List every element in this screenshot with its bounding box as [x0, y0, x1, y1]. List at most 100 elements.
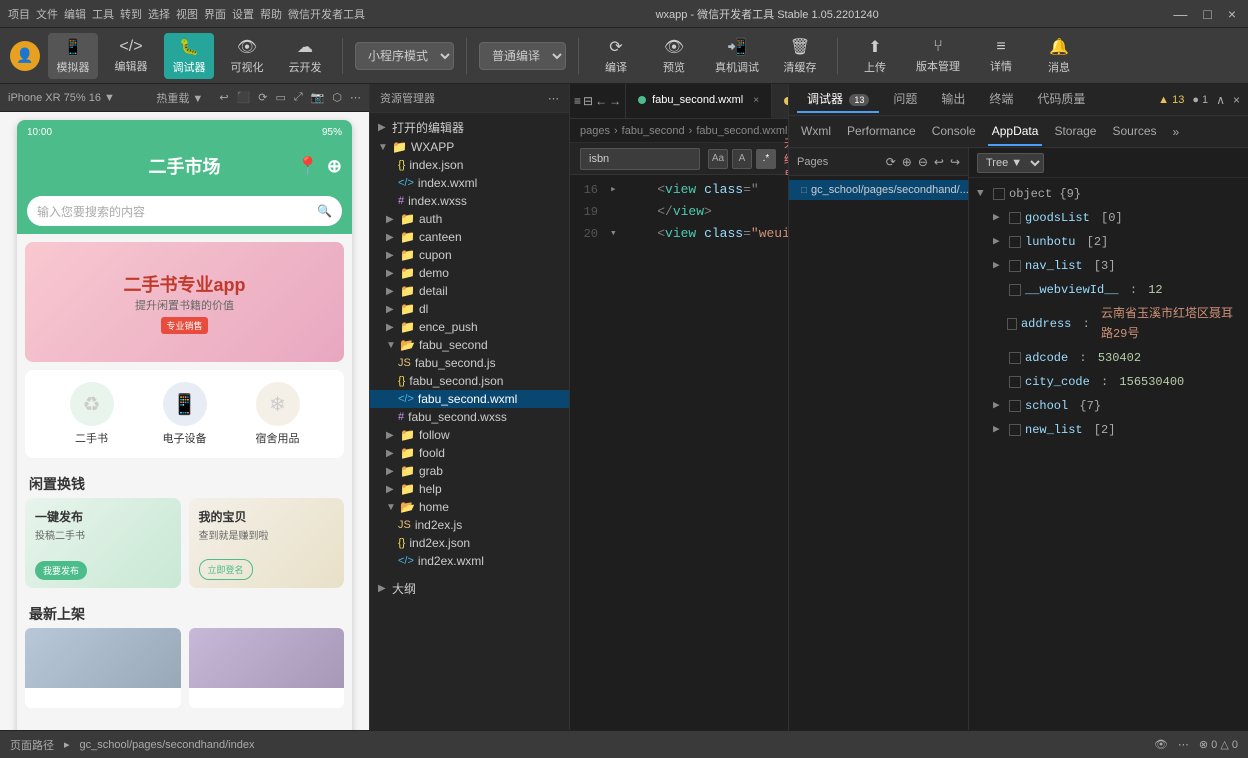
file-index-wxml[interactable]: </> index.wxml — [370, 174, 569, 192]
devtools-up-icon[interactable]: ∧ — [1216, 93, 1225, 107]
row-checkbox[interactable] — [1009, 376, 1021, 388]
folder-detail[interactable]: ▶ 📁 detail — [370, 282, 569, 300]
match-case-btn[interactable]: Aa — [708, 149, 728, 169]
version-button[interactable]: ⑂ 版本管理 — [908, 34, 968, 78]
upload-button[interactable]: ⬆ 上传 — [850, 33, 900, 79]
menu-item-goto[interactable]: 转到 — [120, 6, 142, 22]
expand-icon[interactable]: ▶ — [993, 256, 1005, 276]
expand-icon[interactable]: ▶ — [993, 420, 1005, 440]
folder-home[interactable]: ▼ 📂 home — [370, 498, 569, 516]
view-mode-select[interactable]: Tree ▼ — [977, 153, 1044, 173]
promo2-btn[interactable]: 立即登名 — [199, 559, 253, 580]
compile-button[interactable]: ⟳ 编译 — [591, 33, 641, 79]
file-ind2ex-json[interactable]: {} ind2ex.json — [370, 534, 569, 552]
whole-word-btn[interactable]: A — [732, 149, 752, 169]
rotate-icon[interactable]: ⟳ — [258, 91, 267, 104]
regex-btn[interactable]: .* — [756, 149, 776, 169]
hotreload-button[interactable]: 热重载 ▼ — [156, 90, 203, 106]
expand-icon[interactable]: ▶ — [993, 208, 1005, 228]
tab-menu-icon[interactable]: ≡ — [574, 94, 581, 108]
simulator-button[interactable]: 📱 模拟器 — [48, 33, 98, 79]
device-select[interactable]: iPhone XR 75% 16 ▼ — [8, 92, 115, 104]
row-checkbox[interactable] — [993, 188, 1005, 200]
menu-item-file[interactable]: 文件 — [36, 6, 58, 22]
promo-publish[interactable]: 一键发布 投稿二手书 我要发布 — [25, 498, 181, 588]
back-icon[interactable]: ↩ — [934, 155, 944, 169]
devtools-tab-output[interactable]: 输出 — [931, 86, 975, 113]
fold-arrow[interactable]: ▸ — [610, 179, 626, 201]
folder-auth[interactable]: ▶ 📁 auth — [370, 210, 569, 228]
root-folder[interactable]: ▼ 📁 WXAPP — [370, 138, 569, 156]
more-actions-icon[interactable]: ⋯ — [1178, 738, 1189, 751]
viewport-icon[interactable]: ▭ — [275, 91, 285, 104]
forward-icon[interactable]: ↪ — [950, 155, 960, 169]
category-dorm[interactable]: ❄ 宿舍用品 — [256, 382, 300, 446]
compile-select[interactable]: 普通编译 — [479, 42, 566, 70]
file-ind2ex-wxml[interactable]: </> ind2ex.wxml — [370, 552, 569, 570]
close-button[interactable]: × — [1224, 6, 1240, 22]
menu-item-view[interactable]: 视图 — [176, 6, 198, 22]
tab-close-icon[interactable]: × — [753, 95, 759, 106]
resource-more-icon[interactable]: ⋯ — [548, 92, 559, 105]
data-navlist[interactable]: ▶ nav_list [3] — [969, 254, 1248, 278]
back-icon[interactable]: ↩ — [219, 91, 228, 104]
expand-icon[interactable]: ▶ — [993, 396, 1005, 416]
tab-fabu-second-wxml[interactable]: fabu_second.wxml × — [626, 84, 772, 118]
file-index-wxss[interactable]: # index.wxss — [370, 192, 569, 210]
data-lunbotu[interactable]: ▶ lunbotu [2] — [969, 230, 1248, 254]
row-checkbox[interactable] — [1009, 260, 1021, 272]
row-checkbox[interactable] — [1009, 212, 1021, 224]
page-item-secondhand[interactable]: □ gc_school/pages/secondhand/... — [789, 180, 968, 200]
row-checkbox[interactable] — [1009, 400, 1021, 412]
folder-dl[interactable]: ▶ 📁 dl — [370, 300, 569, 318]
open-editors-section[interactable]: ▶ 打开的编辑器 — [370, 117, 569, 138]
stop-icon[interactable]: ⬛ — [237, 91, 251, 104]
promo-mybaby[interactable]: 我的宝贝 查到就是赚到啦 立即登名 — [189, 498, 345, 588]
screenshot-icon[interactable]: 📷 — [311, 91, 325, 104]
file-fabu-second-js[interactable]: JS fabu_second.js — [370, 354, 569, 372]
tab-cate-js[interactable]: cate.js × — [772, 84, 788, 118]
maximize-button[interactable]: □ — [1199, 6, 1215, 22]
scan-icon[interactable]: ⊕ — [327, 156, 342, 177]
file-fabu-second-wxss[interactable]: # fabu_second.wxss — [370, 408, 569, 426]
menu-item-settings[interactable]: 设置 — [232, 6, 254, 22]
file-ind2ex-js[interactable]: JS ind2ex.js — [370, 516, 569, 534]
window-controls[interactable]: — □ × — [1169, 6, 1240, 22]
item-card-1[interactable] — [25, 628, 181, 708]
location-icon[interactable]: 📍 — [296, 156, 318, 177]
debugger-button[interactable]: 🐛 调试器 — [164, 33, 214, 79]
folder-ence-push[interactable]: ▶ 📁 ence_push — [370, 318, 569, 336]
realtest-button[interactable]: 📲 真机调试 — [707, 33, 767, 79]
category-books[interactable]: ♻ 二手书 — [70, 382, 114, 446]
item-card-2[interactable] — [189, 628, 345, 708]
cloud-button[interactable]: ☁ 云开发 — [280, 33, 330, 79]
expand-icon[interactable]: ▼ — [977, 184, 989, 204]
data-school[interactable]: ▶ school {7} — [969, 394, 1248, 418]
row-checkbox[interactable] — [1009, 236, 1021, 248]
share-icon[interactable]: ⬡ — [332, 91, 342, 104]
data-root[interactable]: ▼ object {9} — [969, 182, 1248, 206]
tab-back-icon[interactable]: ← — [595, 94, 607, 108]
devtools-tab-debugger[interactable]: 调试器 13 — [797, 86, 879, 113]
sub-icon[interactable]: ⊖ — [918, 155, 928, 169]
detail-button[interactable]: ≡ 详情 — [976, 34, 1026, 78]
phone-banner[interactable]: 二手书专业app 提升闲置书籍的价值 专业销售 — [25, 242, 344, 362]
fold-arrow[interactable]: ▾ — [610, 223, 626, 245]
subtab-storage[interactable]: Storage — [1050, 118, 1100, 146]
subtab-sources[interactable]: Sources — [1108, 118, 1160, 146]
folder-help[interactable]: ▶ 📁 help — [370, 480, 569, 498]
tab-bookmark-icon[interactable]: ⊟ — [583, 94, 593, 108]
category-electronics[interactable]: 📱 电子设备 — [163, 382, 207, 446]
outline-section[interactable]: ▶ 大纲 — [370, 578, 569, 599]
row-checkbox[interactable] — [1007, 318, 1017, 330]
menu-item-tools[interactable]: 工具 — [92, 6, 114, 22]
folder-canteen[interactable]: ▶ 📁 canteen — [370, 228, 569, 246]
folder-demo[interactable]: ▶ 📁 demo — [370, 264, 569, 282]
folder-fabu-second[interactable]: ▼ 📂 fabu_second — [370, 336, 569, 354]
row-checkbox[interactable] — [1009, 424, 1021, 436]
subtab-console[interactable]: Console — [928, 118, 980, 146]
subtab-more[interactable]: » — [1169, 125, 1184, 139]
menu-item-interface[interactable]: 界面 — [204, 6, 226, 22]
eye-icon[interactable]: 👁 — [1154, 738, 1168, 751]
add-icon[interactable]: ⊕ — [902, 155, 912, 169]
